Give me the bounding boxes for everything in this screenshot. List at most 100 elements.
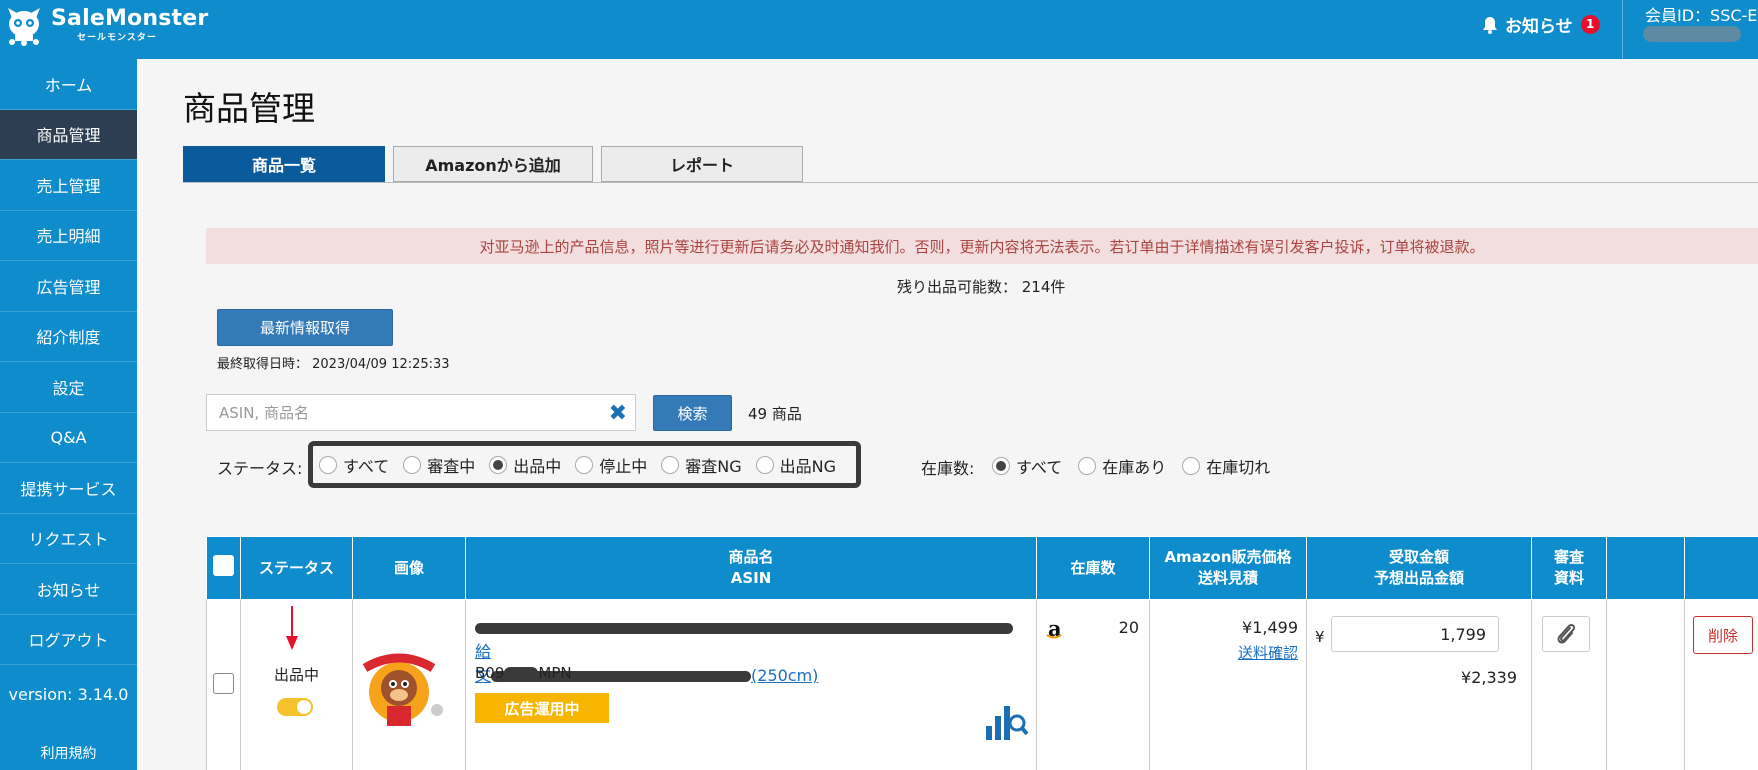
tab-report[interactable]: レポート: [601, 146, 803, 182]
notification-count-badge: 1: [1580, 15, 1600, 34]
status-option-all[interactable]: すべて: [319, 453, 389, 477]
attach-document-button[interactable]: [1542, 616, 1590, 652]
ad-running-badge: 広告運用中: [475, 693, 609, 723]
sidebar-item-products[interactable]: 商品管理: [0, 109, 137, 160]
cell-select: [206, 599, 241, 770]
cell-product-name: 給 文 (250cm) B09 MPN 広告運用中: [465, 599, 1037, 770]
radio-status-review-ng[interactable]: [661, 455, 680, 474]
status-filter-label: ステータス:: [217, 459, 303, 478]
header-product-name: 商品名 ASIN: [465, 536, 1037, 600]
stock-filter-label: 在庫数:: [921, 459, 975, 478]
status-option-listed[interactable]: 出品中: [489, 453, 561, 477]
radio-stock-all[interactable]: [992, 457, 1010, 475]
remaining-listing-count: 残り出品可能数： 214件: [897, 278, 1066, 296]
cell-review-docs: [1531, 599, 1607, 770]
top-bar: SaleMonster セールモンスター お知らせ 1 会員ID：SSC-E: [0, 0, 1758, 59]
header-empty-2: [1684, 536, 1758, 600]
product-table: ステータス 画像 商品名 ASIN 在庫数 Amazon販売価格 送料見積 受取金額…: [206, 536, 1758, 770]
status-option-listing-ng[interactable]: 出品NG: [755, 453, 836, 477]
tabs-underline: [183, 182, 1758, 183]
sidebar-item-home[interactable]: ホーム: [0, 59, 137, 110]
sidebar-item-logout[interactable]: ログアウト: [0, 615, 137, 665]
sidebar-item-referral[interactable]: 紹介制度: [0, 312, 137, 362]
notifications-label: お知らせ: [1505, 17, 1573, 37]
row-status-label: 出品中: [273, 666, 319, 684]
cell-stock: a 20: [1036, 599, 1150, 770]
status-filter-group: すべて 審査中 出品中 停止中 審査NG 出品NG: [308, 441, 861, 488]
sidebar-item-qa[interactable]: Q&A: [0, 413, 137, 463]
radio-stock-out-of-stock[interactable]: [1182, 457, 1201, 475]
radio-status-listing-ng[interactable]: [755, 455, 774, 474]
sidebar-item-notices[interactable]: お知らせ: [0, 564, 137, 615]
terms-link[interactable]: 利用規約: [0, 735, 137, 763]
header-status: ステータス: [240, 536, 353, 600]
sidebar-item-sales[interactable]: 売上管理: [0, 160, 137, 211]
analytics-chart-icon[interactable]: [984, 702, 1028, 740]
tab-add-from-amazon[interactable]: Amazonから追加: [393, 146, 593, 182]
cell-status: 出品中: [240, 599, 353, 770]
brand-subtitle: セールモンスター: [77, 32, 157, 43]
cell-empty: [1606, 599, 1685, 770]
sidebar-item-ads[interactable]: 広告管理: [0, 261, 137, 312]
product-monkey-image: [362, 653, 443, 726]
page-title: 商品管理: [183, 89, 315, 128]
product-name-char: 給: [475, 642, 492, 661]
member-name-redacted: [1643, 26, 1741, 42]
notifications-button[interactable]: お知らせ 1: [1481, 12, 1600, 37]
header-receive-amount: 受取金額 予想出品金額: [1306, 536, 1532, 600]
radio-status-stopped[interactable]: [575, 455, 594, 474]
refresh-button[interactable]: 最新情報取得: [217, 309, 393, 346]
radio-stock-in-stock[interactable]: [1078, 457, 1097, 475]
radio-status-all[interactable]: [319, 455, 337, 474]
cell-actions: 削除: [1684, 599, 1758, 770]
row-checkbox[interactable]: [213, 672, 234, 694]
header-empty-1: [1606, 536, 1685, 600]
header-select-all: [206, 536, 241, 600]
select-all-checkbox[interactable]: [213, 554, 234, 576]
member-id: 会員ID：SSC-E: [1645, 6, 1758, 25]
status-option-review-ng[interactable]: 審査NG: [661, 453, 742, 477]
app-version: version: 3.14.0: [8, 685, 129, 704]
receive-amount-input[interactable]: [1331, 616, 1499, 652]
stock-count: 20: [1118, 618, 1139, 637]
status-option-reviewing[interactable]: 審査中: [403, 453, 475, 477]
amazon-smile-icon: [1046, 634, 1062, 639]
monster-logo-icon: [8, 8, 40, 46]
tab-product-list[interactable]: 商品一覧: [183, 146, 385, 182]
status-option-stopped[interactable]: 停止中: [575, 453, 647, 477]
sidebar-item-sales-details[interactable]: 売上明細: [0, 211, 137, 261]
search-input[interactable]: [207, 395, 587, 430]
sidebar-item-request[interactable]: リクエスト: [0, 514, 137, 564]
sidebar-item-settings[interactable]: 設定: [0, 362, 137, 413]
sidebar: ホーム 商品管理 売上管理 売上明細 広告管理 紹介制度 設定 Q&A 提携サー…: [0, 59, 137, 770]
redacted-text: [504, 666, 539, 681]
red-arrow-annotation-icon: [286, 606, 298, 650]
update-notice-alert: 对亚马逊上的产品信息，照片等进行更新后请务必及时通知我们。否则，更新内容将无法表…: [206, 228, 1758, 264]
radio-status-listed[interactable]: [489, 455, 508, 474]
stock-option-out-of-stock[interactable]: 在庫切れ: [1182, 454, 1270, 478]
listing-toggle[interactable]: [277, 698, 313, 716]
table-row: 出品中 給 文 (250cm) B09 MPN 広告運用中 a 20 ¥1,49…: [206, 599, 1758, 770]
search-box: ✖: [206, 394, 636, 431]
header-divider: [1622, 0, 1623, 59]
redacted-text: [475, 623, 1013, 634]
delete-button[interactable]: 削除: [1693, 616, 1753, 654]
header-review-docs: 審査 資料: [1531, 536, 1607, 600]
product-name-suffix[interactable]: (250cm): [751, 666, 818, 685]
header-amazon-price: Amazon販売価格 送料見積: [1149, 536, 1307, 600]
cell-receive-amount: ¥ ¥2,339: [1306, 599, 1532, 770]
header-image: 画像: [352, 536, 466, 600]
stock-option-all[interactable]: すべて: [992, 454, 1062, 478]
sidebar-item-partner-services[interactable]: 提携サービス: [0, 463, 137, 514]
search-button[interactable]: 検索: [653, 395, 732, 431]
amazon-price: ¥1,499: [1242, 618, 1298, 637]
clear-search-icon[interactable]: ✖: [609, 401, 627, 426]
brand-logo[interactable]: SaleMonster セールモンスター: [6, 4, 208, 46]
shipping-check-link[interactable]: 送料確認: [1238, 642, 1298, 663]
radio-status-reviewing[interactable]: [403, 455, 422, 474]
result-count: 49 商品: [748, 405, 802, 423]
stock-option-in-stock[interactable]: 在庫あり: [1078, 454, 1166, 478]
brand-name: SaleMonster: [51, 5, 209, 31]
table-header-row: ステータス 画像 商品名 ASIN 在庫数 Amazon販売価格 送料見積 受取金額…: [206, 536, 1758, 600]
last-fetched-time: 最終取得日時： 2023/04/09 12:25:33: [217, 357, 450, 372]
